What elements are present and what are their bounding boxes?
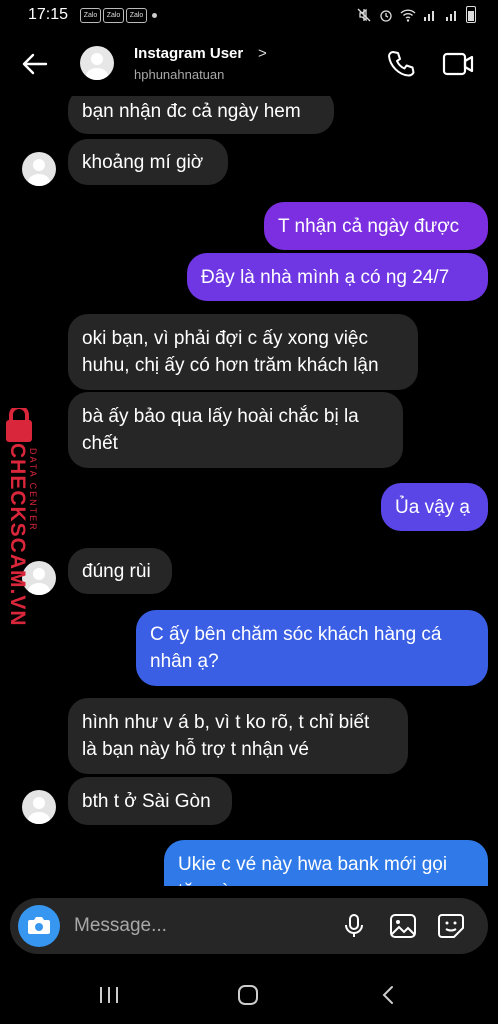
chat-header: Instagram User > hphunahnatuan: [0, 32, 498, 96]
avatar[interactable]: [22, 152, 56, 186]
message-input[interactable]: Message...: [74, 915, 167, 937]
zalo-notification-icon: Zalo: [103, 8, 124, 23]
message-outgoing[interactable]: Đây là nhà mình ạ có ng 24/7: [187, 253, 488, 301]
camera-button[interactable]: [18, 905, 60, 947]
wifi-icon: [400, 8, 416, 22]
contact-username[interactable]: hphunahnatuan: [134, 67, 224, 82]
message-composer: Message...: [10, 898, 488, 954]
message-incoming[interactable]: bth t ở Sài Gòn: [68, 777, 232, 825]
back-arrow-icon[interactable]: [18, 47, 52, 81]
watermark-sub: DATA CENTER: [28, 448, 38, 532]
message-outgoing[interactable]: T nhận cả ngày được: [264, 202, 488, 250]
microphone-icon[interactable]: [340, 912, 368, 940]
more-notifications-icon: [152, 13, 157, 18]
message-outgoing[interactable]: C ấy bên chăm sóc khách hàng cá nhân ạ?: [136, 610, 488, 686]
recent-apps-icon[interactable]: [96, 984, 122, 1006]
nav-back-icon[interactable]: [378, 984, 398, 1006]
contact-name[interactable]: Instagram User: [134, 45, 243, 62]
camera-icon: [28, 917, 50, 934]
status-icons: [356, 6, 476, 23]
mute-icon: [357, 8, 371, 21]
phone-icon[interactable]: [384, 47, 418, 81]
checkscam-watermark: CHECKSCAM.VN DATA CENTER: [0, 405, 60, 628]
message-incoming[interactable]: đúng rùi: [68, 548, 172, 594]
signal-icon: [424, 10, 434, 21]
video-icon[interactable]: [440, 47, 476, 81]
avatar[interactable]: [22, 790, 56, 824]
sticker-icon[interactable]: [436, 912, 466, 940]
message-incoming[interactable]: khoảng mí giờ: [68, 139, 228, 185]
message-incoming[interactable]: oki bạn, vì phải đợi c ấy xong việc huhu…: [68, 314, 418, 390]
battery-icon: [466, 6, 476, 23]
zalo-notification-icon: Zalo: [126, 8, 147, 23]
gallery-icon[interactable]: [388, 912, 418, 940]
avatar[interactable]: [80, 46, 114, 80]
avatar[interactable]: [22, 561, 56, 595]
signal-icon: [446, 10, 456, 21]
system-navigation-bar: [0, 966, 498, 1024]
lock-icon: [6, 405, 32, 442]
alarm-icon: [380, 9, 392, 22]
status-time: 17:15: [28, 6, 69, 23]
zalo-notification-icon: Zalo: [80, 8, 101, 23]
message-incoming[interactable]: bà ấy bảo qua lấy hoài chắc bị la chết: [68, 392, 403, 468]
status-bar: 17:15 Zalo Zalo Zalo: [0, 0, 498, 32]
chevron-right-icon[interactable]: >: [258, 45, 267, 62]
home-icon[interactable]: [236, 984, 260, 1006]
message-outgoing[interactable]: Ủa vậy ạ: [381, 483, 488, 531]
message-incoming[interactable]: hình như v á b, vì t ko rõ, t chỉ biết l…: [68, 698, 408, 774]
